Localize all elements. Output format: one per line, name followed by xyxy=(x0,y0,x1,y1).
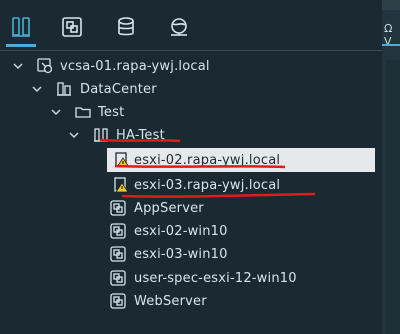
tree-item-label: esxi-02-win10 xyxy=(134,223,228,239)
tree-item-label: WebServer xyxy=(134,293,207,309)
vm-icon xyxy=(110,270,126,286)
tree-item-label: esxi-02.rapa-ywj.local xyxy=(134,152,281,168)
content-pane-body xyxy=(386,60,400,334)
chevron-down-icon[interactable] xyxy=(32,84,42,94)
chevron-down-icon[interactable] xyxy=(51,107,61,117)
tab-storage[interactable] xyxy=(113,16,139,42)
datacenter-icon xyxy=(56,81,72,97)
tree-item-folder-test[interactable]: Test xyxy=(0,100,382,124)
tree-item-label: esxi-03-win10 xyxy=(134,246,228,262)
tree-item-host-esxi-02[interactable]: esxi-02.rapa-ywj.local xyxy=(107,148,375,172)
host-warning-icon xyxy=(113,177,129,193)
host-warning-icon xyxy=(114,152,130,168)
chevron-down-icon[interactable] xyxy=(13,61,23,71)
tree-item-host-esxi-03[interactable]: esxi-03.rapa-ywj.local xyxy=(0,173,382,197)
tab-hosts-clusters[interactable] xyxy=(8,16,34,42)
vm-icon xyxy=(110,200,126,216)
vms-templates-icon xyxy=(61,16,83,42)
content-pane-tab-indicator xyxy=(382,44,400,46)
folder-icon xyxy=(75,104,91,120)
navigator-toolbar xyxy=(0,0,382,50)
tree-item-vm-esxi-03-win10[interactable]: esxi-03-win10 xyxy=(0,242,382,266)
networking-icon xyxy=(168,16,190,42)
tree-item-vm-esxi-02-win10[interactable]: esxi-02-win10 xyxy=(0,219,382,243)
vm-icon xyxy=(110,246,126,262)
tree-item-label: esxi-03.rapa-ywj.local xyxy=(134,177,281,193)
tree-item-vm-webserver[interactable]: WebServer xyxy=(0,289,382,313)
cluster-icon xyxy=(93,127,109,143)
vcenter-icon xyxy=(37,58,53,74)
tree-item-vcenter[interactable]: vcsa-01.rapa-ywj.local xyxy=(0,54,382,78)
tree-item-label: vcsa-01.rapa-ywj.local xyxy=(60,58,210,74)
toolbar-divider xyxy=(0,50,382,51)
inventory-tree: vcsa-01.rapa-ywj.local DataCenter Test H… xyxy=(0,52,382,334)
vm-icon xyxy=(110,223,126,239)
tree-item-label: AppServer xyxy=(134,200,204,216)
tree-item-label: HA-Test xyxy=(116,127,165,143)
tab-networking[interactable] xyxy=(166,16,192,42)
tree-item-vm-appserver[interactable]: AppServer xyxy=(0,196,382,220)
tree-item-datacenter[interactable]: DataCenter xyxy=(0,77,382,101)
tree-item-vm-user-spec-esxi-12-win10[interactable]: user-spec-esxi-12-win10 xyxy=(0,266,382,290)
storage-icon xyxy=(115,16,137,42)
tab-vms-templates[interactable] xyxy=(59,16,85,42)
tree-item-label: DataCenter xyxy=(80,81,157,97)
tree-item-label: user-spec-esxi-12-win10 xyxy=(134,270,297,286)
vm-icon xyxy=(110,293,126,309)
content-pane-header xyxy=(382,0,400,10)
tree-item-label: Test xyxy=(98,104,125,120)
chevron-down-icon[interactable] xyxy=(69,130,79,140)
hosts-clusters-icon xyxy=(10,16,32,42)
tree-item-cluster-ha-test[interactable]: HA-Test xyxy=(0,123,382,147)
active-tab-indicator xyxy=(6,44,36,47)
